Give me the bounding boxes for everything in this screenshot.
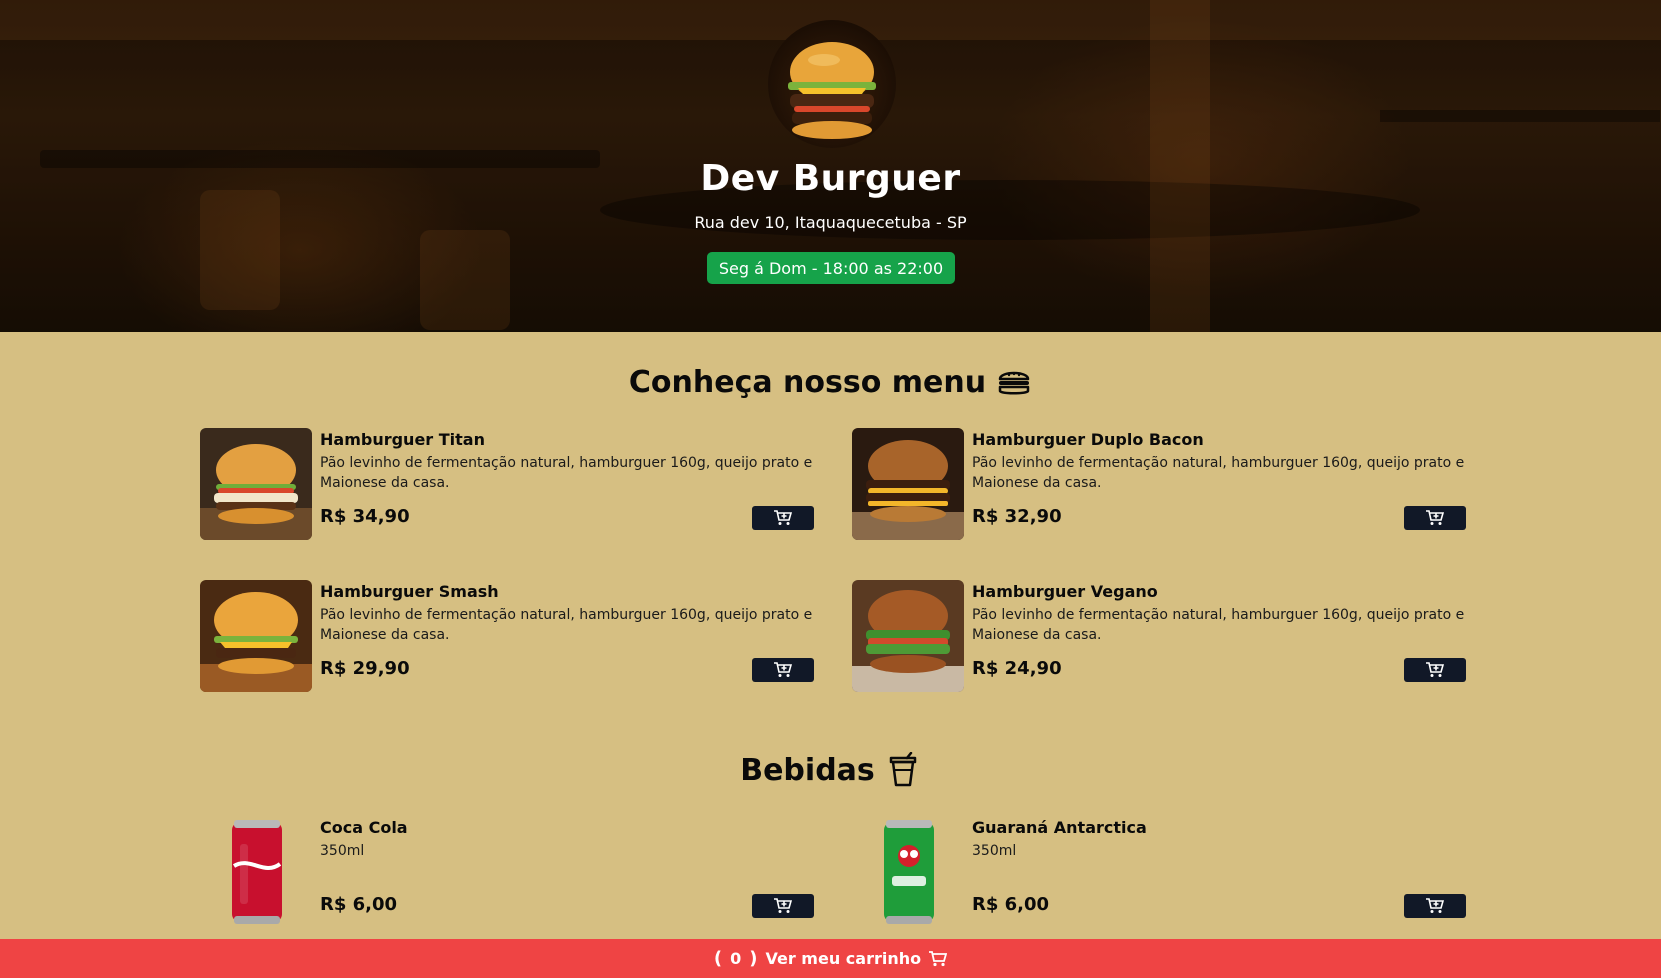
- menu-item-card: Hamburguer Duplo Bacon Pão levinho de fe…: [852, 428, 1466, 540]
- menu-item-description: Pão levinho de fermentação natural, hamb…: [320, 455, 813, 491]
- menu-item-card: Hamburguer Smash Pão levinho de fermenta…: [200, 580, 814, 692]
- add-to-cart-button[interactable]: [1404, 658, 1466, 682]
- menu-item-description: Pão levinho de fermentação natural, hamb…: [972, 607, 1465, 643]
- menu-item-price: R$ 34,90: [320, 506, 410, 527]
- menu-section-title: Conheça nosso menu: [0, 364, 1661, 400]
- burger-image: [852, 580, 964, 692]
- burger-photo-icon: [200, 428, 312, 540]
- drinks-section-title: Bebidas: [0, 752, 1661, 788]
- menu-title-text: Conheça nosso menu: [628, 364, 987, 400]
- cart-count-close-paren: ): [749, 948, 758, 969]
- menu-item-card: Hamburguer Vegano Pão levinho de ferment…: [852, 580, 1466, 692]
- drink-item-volume: 350ml: [320, 843, 365, 859]
- add-to-cart-button[interactable]: [1404, 506, 1466, 530]
- drink-image: [852, 816, 964, 928]
- menu-item-price: R$ 29,90: [320, 658, 410, 679]
- drink-item-card: Coca Cola 350ml R$ 6,00: [200, 816, 814, 928]
- drink-item-volume: 350ml: [972, 843, 1017, 859]
- cart-count: 0: [730, 949, 742, 968]
- menu-item-name: Hamburguer Vegano: [972, 582, 1158, 601]
- cart-plus-icon: [1426, 662, 1444, 677]
- menu-item-price: R$ 32,90: [972, 506, 1062, 527]
- add-to-cart-button[interactable]: [752, 658, 814, 682]
- soda-can-icon: [232, 820, 282, 924]
- menu-item-name: Hamburguer Smash: [320, 582, 499, 601]
- menu-item-price: R$ 24,90: [972, 658, 1062, 679]
- burger-icon: [998, 371, 1030, 395]
- view-cart-button[interactable]: ( 0 ) Ver meu carrinho: [0, 939, 1661, 978]
- burger-photo-icon: [200, 580, 312, 692]
- hours-badge: Seg á Dom - 18:00 as 22:00: [707, 252, 955, 284]
- burger-image: [200, 428, 312, 540]
- add-to-cart-button[interactable]: [1404, 894, 1466, 918]
- cup-icon: [889, 752, 917, 787]
- burger-image: [200, 580, 312, 692]
- hero-banner: Dev Burguer Rua dev 10, Itaquaquecetuba …: [0, 0, 1661, 332]
- brand-address: Rua dev 10, Itaquaquecetuba - SP: [694, 213, 967, 232]
- cart-plus-icon: [1426, 510, 1444, 525]
- burger-image: [852, 428, 964, 540]
- drink-item-name: Guaraná Antarctica: [972, 818, 1147, 837]
- cart-plus-icon: [774, 662, 792, 677]
- burger-photo-icon: [852, 428, 964, 540]
- menu-item-name: Hamburguer Duplo Bacon: [972, 430, 1204, 449]
- drink-item-price: R$ 6,00: [320, 894, 398, 915]
- menu-item-card: Hamburguer Titan Pão levinho de fermenta…: [200, 428, 814, 540]
- burger-logo-icon: [788, 42, 876, 139]
- drink-item-name: Coca Cola: [320, 818, 408, 837]
- cart-icon: [929, 950, 948, 966]
- menu-item-name: Hamburguer Titan: [320, 430, 485, 449]
- drink-item-card: Guaraná Antarctica 350ml R$ 6,00: [852, 816, 1466, 928]
- brand-name: Dev Burguer: [700, 158, 961, 199]
- drink-item-price: R$ 6,00: [972, 894, 1050, 915]
- burger-logo: [768, 20, 896, 148]
- add-to-cart-button[interactable]: [752, 506, 814, 530]
- cart-plus-icon: [774, 898, 792, 913]
- menu-item-description: Pão levinho de fermentação natural, hamb…: [320, 607, 813, 643]
- cart-plus-icon: [774, 510, 792, 525]
- soda-can-icon: [884, 820, 934, 924]
- burger-photo-icon: [852, 580, 964, 692]
- drinks-title-text: Bebidas: [740, 752, 875, 788]
- cart-count-open-paren: (: [713, 948, 723, 969]
- drink-image: [200, 816, 312, 928]
- cart-plus-icon: [1426, 898, 1444, 913]
- menu-item-description: Pão levinho de fermentação natural, hamb…: [972, 455, 1465, 491]
- cart-label: Ver meu carrinho: [765, 949, 922, 968]
- add-to-cart-button[interactable]: [752, 894, 814, 918]
